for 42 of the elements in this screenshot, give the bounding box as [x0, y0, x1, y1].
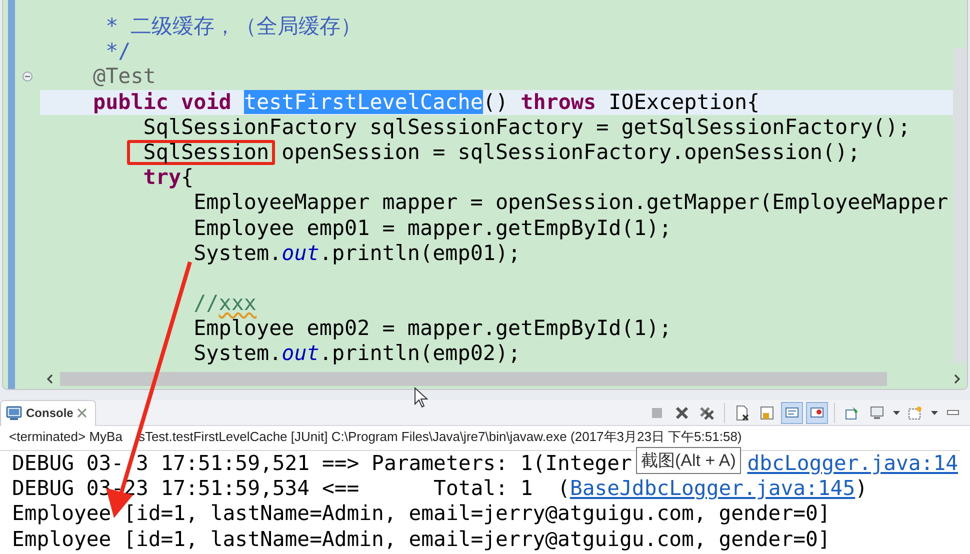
console-error-icon — [809, 404, 825, 420]
remove-icon — [674, 404, 690, 420]
scroll-left-icon[interactable] — [46, 374, 54, 384]
console-text: 3 17:51:59,521 ==> Parameters: 1(Integer — [136, 451, 632, 475]
code-line: @Test — [92, 64, 157, 90]
console-text: Employee [id=1, lastName=Admin, email=jerry@atguigu.com, gender=0] — [12, 526, 830, 551]
code-line: SqlSessionFactory sqlSessionFactory = getSqlSessionFactory(); — [142, 114, 912, 140]
console-out-icon — [784, 404, 800, 420]
console-icon — [6, 406, 22, 420]
code-line: Employee emp02 = mapper.getEmpById(1); — [192, 316, 673, 342]
code-line: Employee emp01 = mapper.getEmpById(1); — [192, 216, 673, 241]
mouse-pointer-icon — [414, 387, 428, 408]
monitor-icon — [869, 404, 885, 420]
pin-icon — [844, 404, 860, 420]
console-text: Employee [id=1, lastName=Admin, email=jerry@atguigu.com, gender=0] — [12, 501, 830, 526]
console-text: ) — [855, 476, 868, 500]
source-link[interactable]: dbcLogger.java:14 — [747, 451, 958, 475]
scrollbar-thumb[interactable] — [953, 48, 967, 363]
collapse-icon[interactable] — [22, 71, 33, 82]
scroll-right-icon[interactable] — [953, 374, 961, 384]
close-icon[interactable] — [77, 408, 88, 418]
process-status: <terminated> MyBa — [9, 428, 122, 446]
console-text: DEBUG 03- — [12, 451, 124, 475]
code-line: System.out.println(emp01); — [192, 240, 522, 266]
console-tab[interactable]: Console — [0, 400, 96, 426]
code-line: try{ — [142, 165, 195, 190]
process-status: sTest.testFirstLevelCache [JUnit] C:\Program Files\Java\jre7\bin\javaw.exe (2017年3月23日 下午5:51:58) — [138, 428, 742, 446]
code-line: System.out.println(emp02); — [192, 341, 522, 367]
code-line: SqlSession openSession = sqlSessionFactory.openSession(); — [40, 140, 953, 166]
clear-icon — [734, 404, 750, 420]
tooltip: 截图(Alt + A) — [636, 447, 741, 474]
remove-all-icon — [699, 404, 715, 420]
code-line: EmployeeMapper mapper = openSession.getMapper(EmployeeMapper. — [192, 190, 953, 216]
caret-icon — [892, 410, 900, 414]
minimize-icon — [947, 410, 959, 415]
code-line: //xxx — [192, 291, 258, 316]
caret-icon — [930, 410, 938, 414]
code-line: */ — [104, 39, 132, 64]
source-link[interactable]: BaseJdbcLogger.java:145 — [570, 476, 856, 500]
code-line: * 二级缓存，（全局缓存） — [104, 14, 363, 40]
scrollbar-thumb[interactable] — [60, 372, 887, 386]
new-console-icon — [907, 404, 923, 420]
